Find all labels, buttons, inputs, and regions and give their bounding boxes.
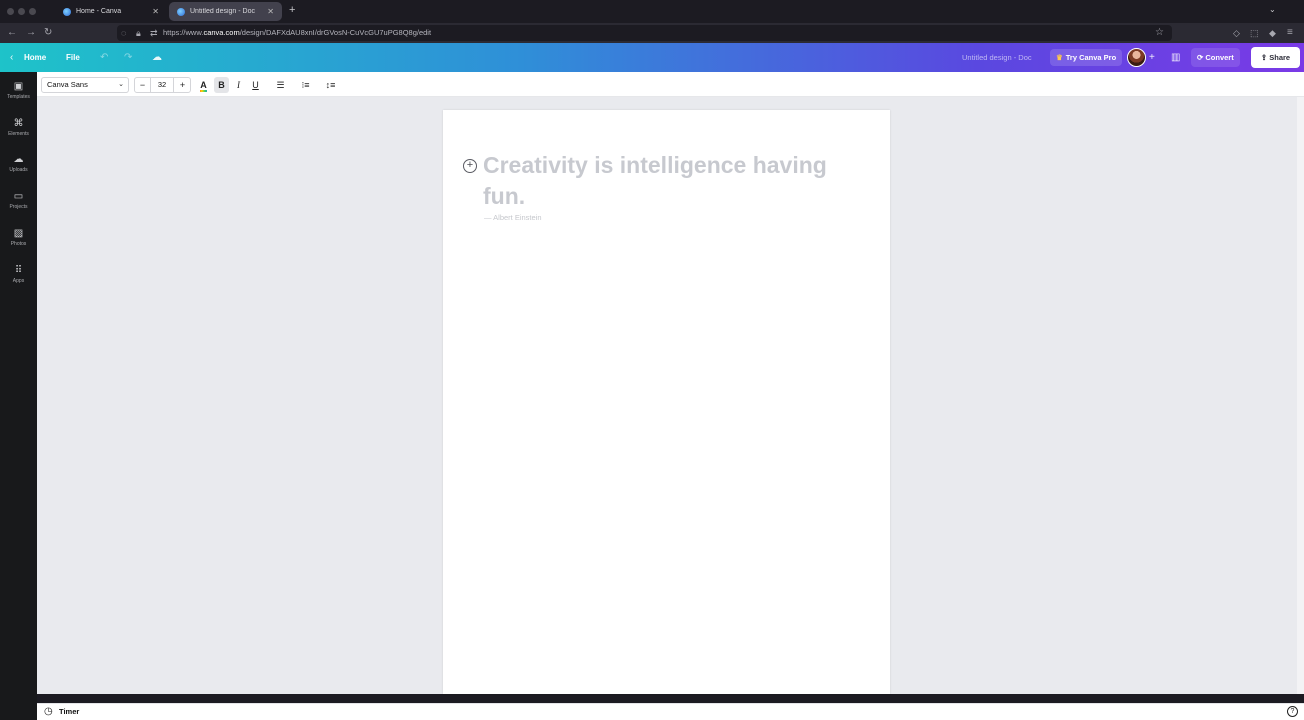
convert-button[interactable]: ⟳ Convert <box>1191 48 1240 67</box>
tab-list-chevron-icon[interactable]: ⌄ <box>1269 5 1276 14</box>
permissions-icon[interactable]: ⇄ <box>150 26 158 40</box>
tab-close-icon[interactable]: ✕ <box>267 7 274 16</box>
bookmark-star-icon[interactable]: ☆ <box>1155 26 1164 40</box>
url-domain: canva.com <box>203 28 240 37</box>
back-arrow-icon[interactable]: ← <box>7 26 17 40</box>
font-size-input[interactable]: 32 <box>150 77 174 93</box>
uploads-icon: ☁ <box>13 154 24 165</box>
doc-quote-author[interactable]: — Albert Einstein <box>484 213 542 222</box>
bold-button[interactable]: B <box>214 77 229 93</box>
canva-favicon-icon <box>177 7 185 16</box>
document-title[interactable]: Untitled design - Doc <box>962 43 1032 72</box>
font-family-dropdown[interactable]: Canva Sans ⌄ <box>41 77 129 93</box>
invite-plus-icon[interactable]: + <box>1149 43 1155 72</box>
crown-icon: ♛ <box>1056 53 1063 62</box>
shield-icon[interactable]: ◌ <box>121 26 126 40</box>
align-left-icon[interactable]: ☰ <box>273 77 288 93</box>
sidebar-item-apps[interactable]: ⠿ Apps <box>0 265 37 285</box>
insights-chart-icon[interactable]: ▥ <box>1171 43 1180 72</box>
apps-icon: ⠿ <box>14 265 23 276</box>
sidebar-item-templates[interactable]: ▣ Templates <box>0 81 37 101</box>
underline-button[interactable]: U <box>248 77 263 93</box>
back-chevron-icon[interactable]: ‹ <box>10 43 13 72</box>
window-close-dot[interactable] <box>7 8 14 15</box>
help-icon[interactable]: ? <box>1287 706 1298 717</box>
font-family-value: Canva Sans <box>47 80 88 89</box>
file-menu-button[interactable]: File <box>66 43 80 72</box>
decrease-font-size-button[interactable]: − <box>135 77 150 93</box>
extensions-puzzle-icon[interactable]: ◆ <box>1269 26 1276 40</box>
url-prefix: https://www. <box>163 28 204 37</box>
sidebar-item-label: Elements <box>8 131 29 137</box>
timer-icon[interactable]: ◷ <box>44 706 53 718</box>
lock-icon[interactable]: 🔒︎ <box>136 26 141 40</box>
projects-icon: ▭ <box>13 191 24 202</box>
convert-label: Convert <box>1205 53 1234 62</box>
new-tab-button[interactable]: + <box>289 4 295 16</box>
share-label: Share <box>1269 53 1291 62</box>
canva-favicon-icon <box>63 7 71 16</box>
window-zoom-dot[interactable] <box>29 8 36 15</box>
undo-icon[interactable]: ↶ <box>100 43 108 72</box>
try-canva-pro-button[interactable]: ♛ Try Canva Pro <box>1050 49 1123 66</box>
url-text[interactable]: https://www.canva.com/design/DAFXdAU8xnI… <box>163 27 431 39</box>
sidebar-item-uploads[interactable]: ☁ Uploads <box>0 154 37 174</box>
elements-icon: ⌘ <box>13 118 24 129</box>
share-upload-icon: ⇪ <box>1260 53 1270 62</box>
cloud-saved-icon[interactable]: ☁ <box>152 43 162 72</box>
sidebar-item-photos[interactable]: ▨ Photos <box>0 228 37 248</box>
try-canva-pro-label: Try Canva Pro <box>1065 53 1117 62</box>
add-block-plus-icon[interactable]: + <box>463 159 477 173</box>
sidebar-item-label: Photos <box>10 241 27 247</box>
footer-bar <box>37 703 1304 720</box>
sidebar-item-elements[interactable]: ⌘ Elements <box>0 118 37 138</box>
text-color-button[interactable]: A <box>196 77 211 93</box>
templates-icon: ▣ <box>13 81 24 92</box>
url-path: /design/DAFXdAU8xnI/drGVosN-CuVcGU7uPG8Q… <box>239 28 432 37</box>
sidebar-item-label: Apps <box>12 278 25 284</box>
browser-tab-label: Untitled design - Doc <box>190 8 255 15</box>
share-button[interactable]: ⇪ Share <box>1251 47 1300 68</box>
pocket-icon[interactable]: ◇ <box>1233 26 1240 40</box>
increase-font-size-button[interactable]: + <box>175 77 190 93</box>
tab-close-icon[interactable]: ✕ <box>152 7 159 16</box>
vertical-scrollbar[interactable] <box>1297 97 1304 694</box>
browser-tab-label: Home - Canva <box>76 8 122 15</box>
browser-tab-home[interactable]: Home - Canva ✕ <box>55 2 167 21</box>
home-button[interactable]: Home <box>24 43 46 72</box>
reload-icon[interactable]: ↻ <box>44 26 52 40</box>
forward-arrow-icon[interactable]: → <box>26 26 36 40</box>
sidebar-item-label: Projects <box>9 204 28 210</box>
sidebar-item-label: Uploads <box>9 167 28 173</box>
doc-heading-quote[interactable]: Creativity is intelligence having fun. <box>483 150 863 212</box>
timer-button[interactable]: Timer <box>59 707 79 717</box>
photos-icon: ▨ <box>13 228 24 239</box>
sidebar-item-label: Templates <box>7 94 30 100</box>
extension-icon[interactable]: ⬚ <box>1250 26 1259 40</box>
window-minimize-dot[interactable] <box>18 8 25 15</box>
menu-hamburger-icon[interactable]: ≡ <box>1287 26 1293 40</box>
italic-button[interactable]: I <box>231 77 246 93</box>
bullet-list-icon[interactable]: ⁝≡ <box>298 77 313 93</box>
redo-icon[interactable]: ↷ <box>124 43 132 72</box>
line-spacing-icon[interactable]: ↕≡ <box>323 77 338 93</box>
sidebar-item-projects[interactable]: ▭ Projects <box>0 191 37 211</box>
chevron-down-icon: ⌄ <box>118 81 124 88</box>
browser-tab-untitled-design[interactable]: Untitled design - Doc ✕ <box>169 2 282 21</box>
avatar[interactable] <box>1127 48 1146 67</box>
text-color-icon: A <box>200 80 207 92</box>
